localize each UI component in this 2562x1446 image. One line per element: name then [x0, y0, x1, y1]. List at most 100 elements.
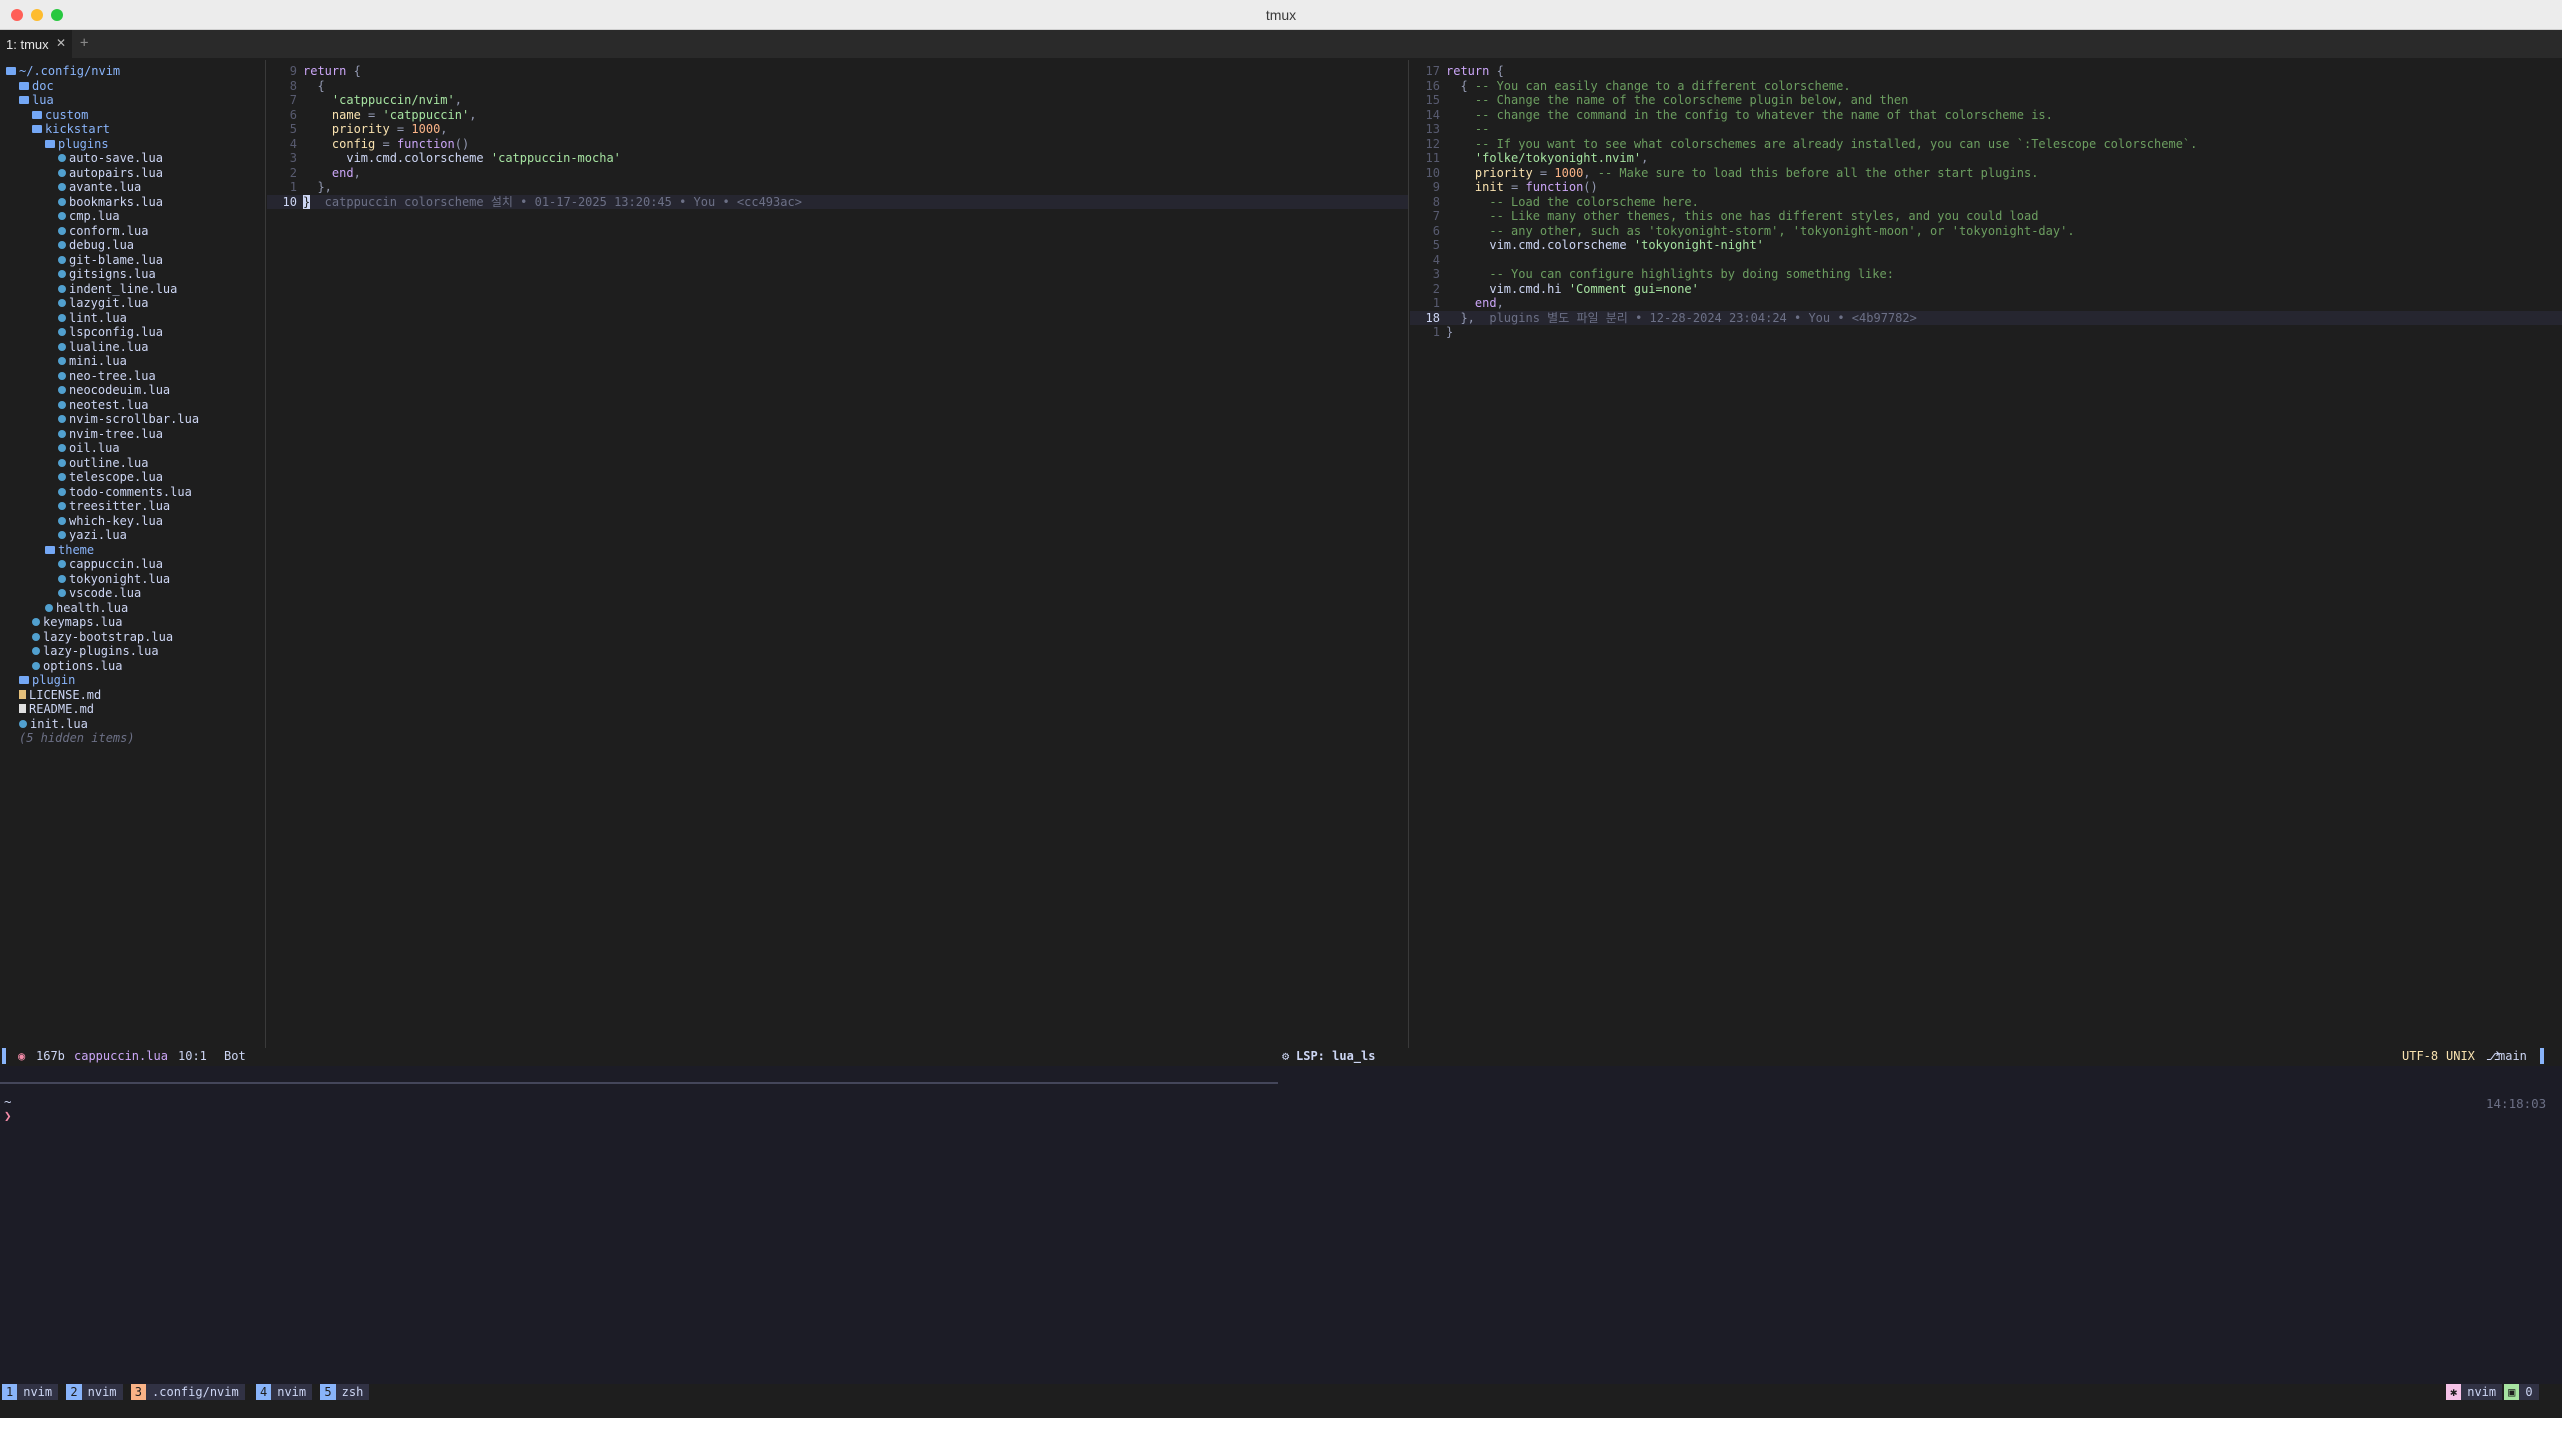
tree-file[interactable]: health.lua	[45, 601, 128, 616]
code-line[interactable]: 16 { -- You can easily change to a diffe…	[1410, 79, 1851, 94]
line-number: 5	[1432, 238, 1440, 252]
tree-file[interactable]: conform.lua	[58, 224, 148, 239]
tree-file[interactable]: gitsigns.lua	[58, 267, 156, 282]
tree-file[interactable]: init.lua	[19, 717, 88, 732]
code-line[interactable]: 5 priority = 1000,	[267, 122, 448, 137]
tree-file[interactable]: neocodeuim.lua	[58, 383, 170, 398]
tree-file[interactable]: autopairs.lua	[58, 166, 163, 181]
tree-file[interactable]: lazy-plugins.lua	[32, 644, 159, 659]
tree-file[interactable]: indent_line.lua	[58, 282, 177, 297]
code-line[interactable]: 18 }, plugins 별도 파일 분리 • 12-28-2024 23:0…	[1410, 311, 1917, 326]
tree-file[interactable]: telescope.lua	[58, 470, 163, 485]
terminal-pane[interactable]: ~ ❯ 14:18:03	[0, 1066, 2562, 1384]
tmux-window-5[interactable]: 5 zsh	[320, 1384, 370, 1400]
tree-folder[interactable]: ~/.config/nvim	[6, 64, 120, 79]
code-line[interactable]: 11 'folke/tokyonight.nvim',	[1410, 151, 1649, 166]
code-line[interactable]: 12 -- If you want to see what colorschem…	[1410, 136, 2198, 152]
tree-file[interactable]: neotest.lua	[58, 398, 148, 413]
tree-file[interactable]: tokyonight.lua	[58, 572, 170, 587]
tmux-window-1[interactable]: 1 nvim	[2, 1384, 59, 1400]
tree-file[interactable]: todo-comments.lua	[58, 485, 192, 500]
code-line[interactable]: 2 end,	[267, 166, 361, 181]
tree-file[interactable]: options.lua	[32, 659, 122, 674]
tree-file[interactable]: mini.lua	[58, 354, 127, 369]
tmux-window-2[interactable]: 2 nvim	[66, 1384, 123, 1400]
code-line[interactable]: 10 priority = 1000, -- Make sure to load…	[1410, 166, 2039, 181]
tree-file[interactable]: keymaps.lua	[32, 615, 122, 630]
new-tab-button[interactable]: +	[80, 35, 88, 51]
code-line[interactable]: 3 -- You can configure highlights by doi…	[1410, 267, 1894, 282]
tree-folder[interactable]: custom	[32, 108, 88, 123]
tree-file[interactable]: lualine.lua	[58, 340, 148, 355]
code-line[interactable]: 4 config = function()	[267, 137, 469, 152]
tree-file[interactable]: yazi.lua	[58, 528, 127, 543]
tree-file[interactable]: vscode.lua	[58, 586, 141, 601]
tree-file[interactable]: nvim-tree.lua	[58, 427, 163, 442]
code-line[interactable]: 5 vim.cmd.colorscheme 'tokyonight-night'	[1410, 238, 1764, 253]
tree-item-label: neocodeuim.lua	[69, 383, 171, 397]
tree-item-label: oil.lua	[69, 441, 120, 455]
tree-file[interactable]: cmp.lua	[58, 209, 120, 224]
code-line[interactable]: 4	[1410, 253, 1446, 268]
terminal-prompt[interactable]: ❯	[4, 1108, 12, 1123]
tree-folder[interactable]: doc	[19, 79, 54, 94]
tree-file[interactable]: lspconfig.lua	[58, 325, 163, 340]
code-line[interactable]: 6 name = 'catppuccin',	[267, 108, 477, 123]
code-line[interactable]: 10} catppuccin colorscheme 설치 • 01-17-20…	[267, 194, 802, 209]
tree-file[interactable]: which-key.lua	[58, 514, 163, 529]
tree-item-label: kickstart	[45, 122, 111, 136]
editor-pane-left[interactable]: 9 return {8 {7 'catppuccin/nvim', 6 name =…	[267, 60, 1409, 1050]
tree-file[interactable]: treesitter.lua	[58, 499, 170, 514]
code-line[interactable]: 1 },	[267, 180, 332, 195]
code-line[interactable]: 13 --	[1410, 122, 1490, 137]
tree-file[interactable]: git-blame.lua	[58, 253, 163, 268]
tree-file[interactable]: lazy-bootstrap.lua	[32, 630, 173, 645]
folder-icon	[32, 125, 42, 133]
tab-tmux[interactable]: 1: tmux ✕	[0, 30, 72, 58]
tree-file[interactable]: neo-tree.lua	[58, 369, 156, 384]
code-line[interactable]: 3 vim.cmd.colorscheme 'catppuccin-mocha'	[267, 151, 621, 166]
tree-item-label: ~/.config/nvim	[19, 64, 121, 78]
lua-icon	[58, 400, 66, 409]
tree-folder[interactable]: plugin	[19, 673, 75, 688]
tree-folder[interactable]: kickstart	[32, 122, 110, 137]
code-line[interactable]: 6 -- any other, such as 'tokyonight-stor…	[1410, 224, 2075, 239]
tree-item-label: keymaps.lua	[43, 615, 123, 629]
code-line[interactable]: 15 -- Change the name of the colorscheme…	[1410, 93, 1909, 108]
code-line[interactable]: 7 -- Like many other themes, this one ha…	[1410, 209, 2039, 224]
code-line[interactable]: 1 end,	[1410, 296, 1504, 311]
code-line[interactable]: 8 -- Load the colorscheme here.	[1410, 195, 1699, 210]
tree-file[interactable]: avante.lua	[58, 180, 141, 195]
tree-file[interactable]: LICENSE.md	[19, 688, 101, 703]
tree-item-label: outline.lua	[69, 455, 149, 470]
tree-file[interactable]: outline.lua	[58, 456, 148, 471]
code-line[interactable]: 14 -- change the command in the config t…	[1410, 108, 2053, 123]
tree-hidden-items[interactable]: (5 hidden items)	[19, 731, 135, 746]
editor-pane-right[interactable]: 17 return {16 { -- You can easily change …	[1410, 60, 2562, 1050]
tree-file[interactable]: cappuccin.lua	[58, 557, 163, 572]
tmux-window-3[interactable]: 3 .config/nvim	[130, 1384, 245, 1400]
tree-file[interactable]: nvim-scrollbar.lua	[58, 412, 199, 427]
code-line[interactable]: 9 return {	[267, 64, 361, 79]
close-tab-icon[interactable]: ✕	[56, 36, 66, 50]
tree-file[interactable]: bookmarks.lua	[58, 195, 163, 210]
tree-file[interactable]: auto-save.lua	[58, 151, 163, 166]
code-line[interactable]: 2 vim.cmd.hi 'Comment gui=none'	[1410, 282, 1699, 297]
tmux-window-4[interactable]: 4 nvim	[256, 1384, 313, 1400]
tree-file[interactable]: lint.lua	[58, 311, 127, 326]
file-tree[interactable]: ~/.config/nvim doc lua custom kickstart plugi…	[0, 60, 266, 1050]
tree-file[interactable]: oil.lua	[58, 441, 120, 456]
tree-file[interactable]: debug.lua	[58, 238, 134, 253]
line-number: 12	[1425, 136, 1440, 151]
code-line[interactable]: 9 init = function()	[1410, 180, 1598, 195]
tree-folder[interactable]: plugins	[45, 137, 109, 152]
lua-icon	[19, 719, 27, 728]
tree-file[interactable]: README.md	[19, 702, 94, 717]
tree-folder[interactable]: lua	[19, 93, 54, 108]
tree-file[interactable]: lazygit.lua	[58, 296, 148, 311]
code-line[interactable]: 17 return {	[1410, 64, 1504, 79]
code-line[interactable]: 7 'catppuccin/nvim',	[267, 93, 462, 108]
code-line[interactable]: 8 {	[267, 79, 325, 94]
code-line[interactable]: 1}	[1410, 325, 1453, 340]
tree-folder[interactable]: theme	[45, 543, 94, 558]
